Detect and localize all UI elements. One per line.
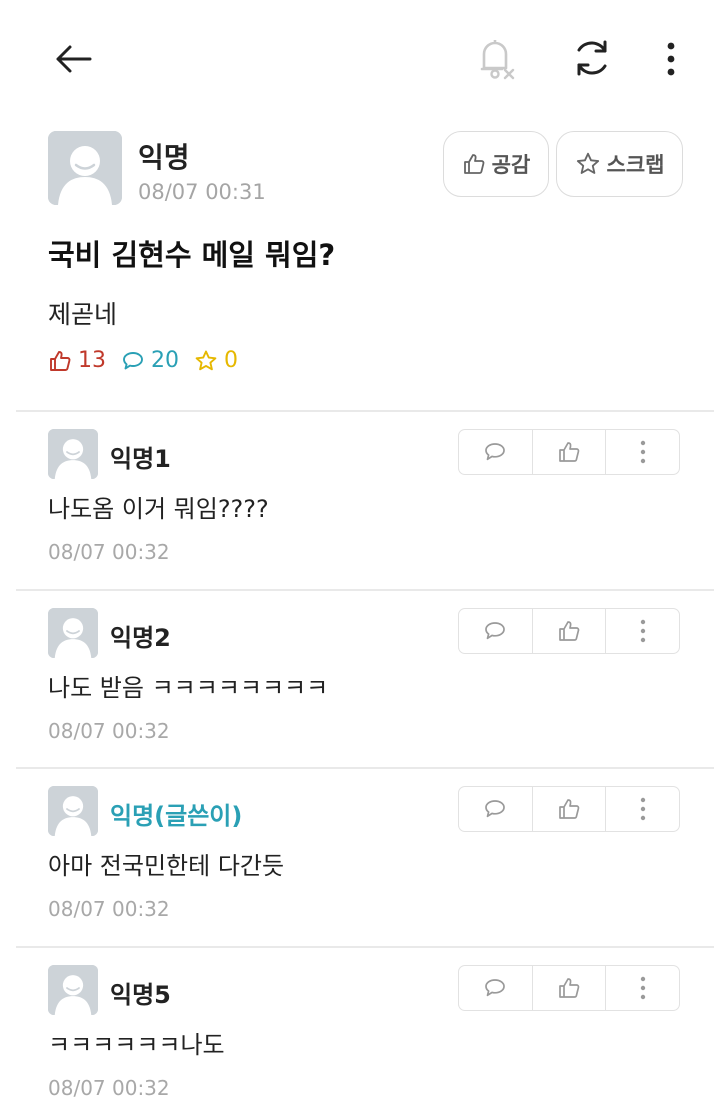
comment-avatar bbox=[48, 786, 98, 836]
comment-author: 익명2 bbox=[110, 624, 171, 652]
like-count-value: 13 bbox=[78, 348, 106, 373]
anonymous-avatar-icon bbox=[48, 429, 98, 479]
speech-bubble-icon bbox=[485, 622, 506, 640]
anonymous-avatar-icon bbox=[48, 965, 98, 1015]
post-body: 제곧네 bbox=[48, 300, 118, 329]
anonymous-avatar-icon bbox=[48, 786, 98, 836]
comment-avatar bbox=[48, 965, 98, 1015]
more-vertical-icon bbox=[640, 976, 645, 1000]
thumbs-up-icon bbox=[559, 799, 580, 819]
refresh-icon bbox=[577, 40, 607, 76]
comment-actions bbox=[458, 429, 680, 475]
speech-bubble-icon bbox=[485, 979, 506, 997]
post-author: 익명 bbox=[138, 141, 190, 174]
more-vertical-icon bbox=[640, 619, 645, 643]
post-title: 국비 김현수 메일 뭐임? bbox=[48, 238, 336, 272]
more-vertical-icon bbox=[640, 440, 645, 464]
author-avatar bbox=[48, 131, 122, 205]
reply-button[interactable] bbox=[459, 966, 532, 1010]
reply-button[interactable] bbox=[459, 787, 532, 831]
comment-timestamp: 08/07 00:32 bbox=[48, 540, 170, 564]
comment-text: ㅋㅋㅋㅋㅋㅋ나도 bbox=[48, 1031, 225, 1059]
thumbs-up-icon bbox=[50, 350, 71, 371]
comment-more-button[interactable] bbox=[605, 609, 679, 653]
comment-timestamp: 08/07 00:32 bbox=[48, 897, 170, 921]
comment-more-button[interactable] bbox=[605, 966, 679, 1010]
divider bbox=[16, 767, 714, 769]
back-button[interactable] bbox=[48, 36, 98, 82]
comment-actions bbox=[458, 786, 680, 832]
scrap-button[interactable]: 스크랩 bbox=[556, 131, 683, 197]
comment-author: 익명1 bbox=[110, 445, 171, 473]
anonymous-avatar-icon bbox=[48, 131, 122, 205]
comment-like-button[interactable] bbox=[531, 609, 606, 653]
post-timestamp: 08/07 00:31 bbox=[138, 180, 266, 204]
comment-author: 익명(글쓴이) bbox=[110, 802, 243, 830]
comment-text: 나도옴 이거 뭐임???? bbox=[48, 495, 269, 523]
scrap-button-label: 스크랩 bbox=[606, 153, 665, 177]
thumbs-up-icon bbox=[463, 154, 485, 174]
comment-more-button[interactable] bbox=[605, 430, 679, 474]
reply-button[interactable] bbox=[459, 430, 532, 474]
more-button[interactable] bbox=[656, 36, 686, 82]
more-vertical-icon bbox=[667, 42, 675, 76]
speech-bubble-icon bbox=[123, 351, 143, 369]
comment-count-value: 20 bbox=[151, 348, 179, 373]
thumbs-up-icon bbox=[559, 621, 580, 641]
comment-timestamp: 08/07 00:32 bbox=[48, 719, 170, 743]
comment-timestamp: 08/07 00:32 bbox=[48, 1076, 170, 1100]
comment-count: 20 bbox=[121, 348, 179, 373]
like-count: 13 bbox=[48, 348, 106, 373]
divider bbox=[16, 589, 714, 591]
arrow-left-icon bbox=[56, 45, 92, 73]
bell-off-icon bbox=[480, 40, 515, 80]
reply-button[interactable] bbox=[459, 609, 532, 653]
comment-avatar bbox=[48, 608, 98, 658]
speech-bubble-icon bbox=[485, 800, 506, 818]
comment-like-button[interactable] bbox=[531, 966, 606, 1010]
divider bbox=[16, 410, 714, 412]
scrap-count-value: 0 bbox=[224, 348, 238, 373]
thumbs-up-icon bbox=[559, 978, 580, 998]
scrap-count: 0 bbox=[194, 348, 238, 373]
refresh-button[interactable] bbox=[568, 34, 616, 82]
comment-actions bbox=[458, 608, 680, 654]
notification-button[interactable] bbox=[472, 34, 520, 84]
comment-text: 아마 전국민한테 다간듯 bbox=[48, 852, 285, 880]
anonymous-avatar-icon bbox=[48, 608, 98, 658]
divider bbox=[16, 946, 714, 948]
comment-author: 익명5 bbox=[110, 981, 171, 1009]
comment-actions bbox=[458, 965, 680, 1011]
more-vertical-icon bbox=[640, 797, 645, 821]
star-icon bbox=[195, 350, 217, 370]
speech-bubble-icon bbox=[485, 443, 506, 461]
thumbs-up-icon bbox=[559, 442, 580, 462]
comment-more-button[interactable] bbox=[605, 787, 679, 831]
top-bar bbox=[0, 0, 720, 115]
comment-like-button[interactable] bbox=[531, 787, 606, 831]
comment-text: 나도 받음 ㅋㅋㅋㅋㅋㅋㅋㅋ bbox=[48, 674, 329, 702]
star-icon bbox=[576, 152, 599, 174]
comment-avatar bbox=[48, 429, 98, 479]
comment-like-button[interactable] bbox=[531, 430, 606, 474]
like-button-label: 공감 bbox=[491, 153, 531, 177]
like-button[interactable]: 공감 bbox=[443, 131, 549, 197]
